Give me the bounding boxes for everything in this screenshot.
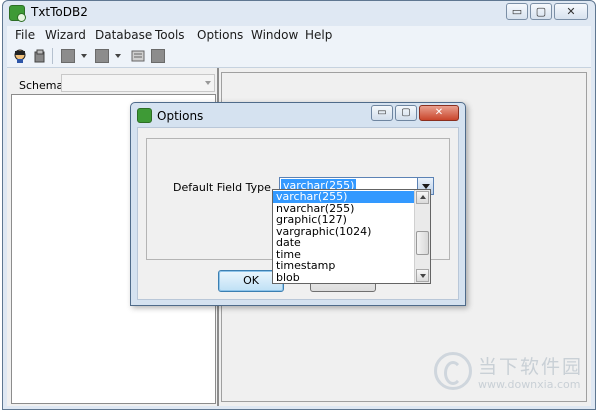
scroll-down-icon[interactable] [416, 269, 429, 282]
dropdown-option[interactable]: varchar(255) [273, 191, 414, 203]
menu-options[interactable]: Options [197, 28, 243, 42]
toolbar-separator [52, 48, 53, 64]
dropdown-option[interactable]: timestamp [273, 260, 414, 272]
title-bar[interactable]: TxtToDB2 ▭ ▢ ✕ [3, 1, 595, 25]
close-button[interactable]: ✕ [554, 3, 588, 20]
dropdown-option[interactable]: blob [273, 271, 414, 284]
disconnect-icon[interactable] [33, 49, 47, 63]
scroll-up-icon[interactable] [416, 191, 429, 204]
watermark-logo-icon [434, 352, 472, 390]
menu-window[interactable]: Window [251, 28, 298, 42]
chevron-down-icon [205, 81, 211, 85]
stop-icon[interactable] [151, 49, 165, 63]
toolbar [7, 45, 591, 68]
minimize-icon: ▭ [511, 5, 523, 18]
dropdown-option[interactable]: graphic(127) [273, 214, 414, 226]
minimize-button[interactable]: ▭ [506, 3, 528, 20]
menu-help[interactable]: Help [305, 28, 332, 42]
watermark-name: 当下软件园 [478, 356, 584, 378]
report-icon[interactable] [131, 49, 145, 63]
maximize-icon: ▢ [401, 107, 411, 118]
schema-label: Schema [19, 79, 64, 92]
import-dropdown-icon[interactable] [81, 54, 87, 58]
field-type-dropdown-list[interactable]: varchar(255) nvarchar(255) graphic(127) … [272, 189, 431, 284]
maximize-icon: ▢ [535, 5, 547, 18]
close-icon: ✕ [566, 5, 576, 18]
menu-bar: File Wizard Database Tools Options Windo… [7, 26, 591, 45]
dialog-title: Options [157, 109, 204, 123]
dialog-app-icon [137, 108, 152, 123]
connect-icon[interactable] [13, 49, 27, 63]
window-title: TxtToDB2 [31, 5, 88, 19]
dialog-maximize-button[interactable]: ▢ [395, 105, 417, 121]
export-dropdown-icon[interactable] [115, 54, 121, 58]
dropdown-scrollbar[interactable] [414, 190, 430, 283]
maximize-button[interactable]: ▢ [530, 3, 552, 20]
schema-select[interactable] [61, 74, 215, 92]
menu-database[interactable]: Database [95, 28, 152, 42]
app-icon [9, 5, 26, 22]
menu-wizard[interactable]: Wizard [45, 28, 86, 42]
default-field-type-label: Default Field Type [173, 181, 271, 194]
dialog-minimize-button[interactable]: ▭ [371, 105, 393, 121]
export-icon[interactable] [95, 49, 109, 63]
dialog-close-button[interactable]: ✕ [419, 105, 459, 121]
menu-file[interactable]: File [15, 28, 35, 42]
scroll-thumb[interactable] [416, 231, 429, 255]
minimize-icon: ▭ [377, 107, 387, 118]
close-icon: ✕ [434, 107, 444, 118]
dropdown-option[interactable]: date [273, 237, 414, 249]
watermark-url: www.downxia.com [478, 378, 581, 391]
import-icon[interactable] [61, 49, 75, 63]
menu-tools[interactable]: Tools [155, 28, 185, 42]
